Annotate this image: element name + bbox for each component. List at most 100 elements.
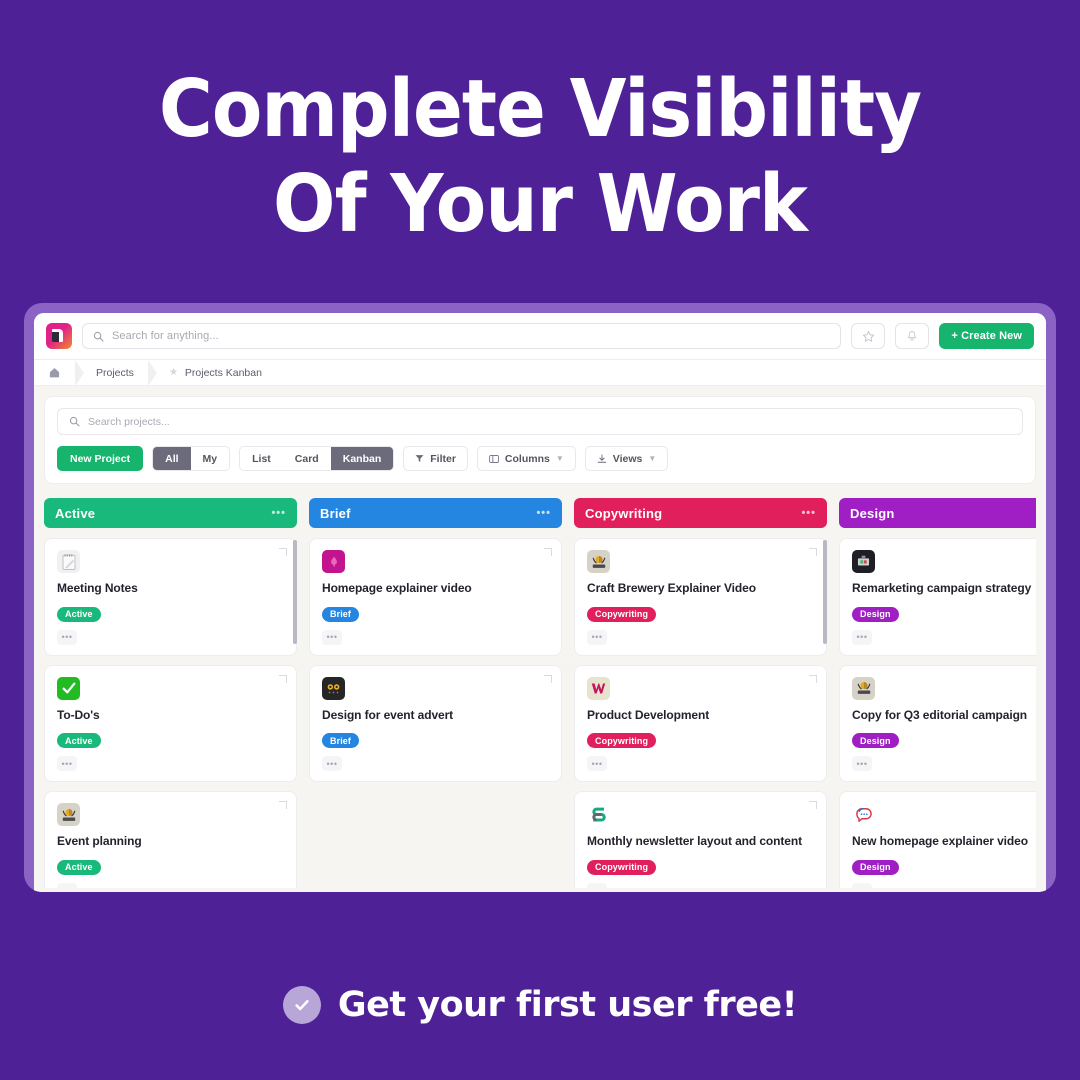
column-cards: Remarketing campaign strategy Design ••• (839, 538, 1036, 888)
bell-icon (908, 331, 917, 341)
notifications-button[interactable] (895, 323, 930, 349)
breadcrumb-item-label: Projects (96, 366, 134, 379)
column-menu-button[interactable]: ••• (801, 507, 816, 519)
expand-corner-icon (809, 548, 817, 556)
card-tag: Brief (322, 733, 360, 748)
brewery-logo-icon (852, 676, 875, 700)
card-menu-button[interactable]: ••• (57, 882, 77, 888)
column-header: Brief ••• (309, 498, 562, 528)
card-menu-button[interactable]: ••• (57, 756, 77, 771)
columns-button[interactable]: Columns ▼ (476, 446, 576, 471)
card-tag: Active (57, 859, 101, 875)
kanban-card[interactable]: Product Development Copywriting ••• (574, 664, 827, 782)
card-title: Craft Brewery Explainer Video (587, 581, 756, 595)
column-header: Design ••• (839, 498, 1036, 528)
download-icon (597, 453, 606, 463)
teal-s-logo-icon (587, 803, 610, 826)
card-title: To-Do's (57, 707, 100, 722)
card-title: New homepage explainer video (852, 834, 1028, 848)
kanban-card[interactable]: Design for event advert Brief ••• (309, 664, 562, 782)
kanban-column-copywriting: Copywriting ••• Craft Brewery Explainer … (574, 498, 827, 888)
app-viewport: Search for anything... + Create New Proj… (34, 313, 1046, 892)
views-label: Views (612, 452, 643, 465)
global-search-input[interactable]: Search for anything... (82, 323, 842, 349)
notepad-icon (57, 550, 80, 573)
card-menu-button[interactable]: ••• (587, 629, 607, 645)
card-menu-button[interactable]: ••• (852, 756, 872, 771)
breadcrumb-item-projects-kanban[interactable]: ★ Projects Kanban (169, 367, 276, 379)
card-tag: Design (852, 859, 899, 875)
cta-text: Get your first user free! (337, 985, 798, 1025)
column-scrollbar[interactable] (823, 540, 827, 644)
column-cards: Homepage explainer video Brief ••• Desig… (309, 538, 562, 888)
card-title: Remarketing campaign strategy (852, 581, 1032, 595)
kanban-card[interactable]: New homepage explainer video Design ••• (839, 791, 1036, 888)
column-cards: Craft Brewery Explainer Video Copywritin… (574, 538, 827, 888)
column-scrollbar[interactable] (293, 540, 297, 644)
breadcrumb-separator (147, 359, 157, 386)
card-title: Design for event advert (322, 707, 454, 722)
kanban-card[interactable]: Craft Brewery Explainer Video Copywritin… (574, 538, 827, 656)
new-project-button[interactable]: New Project (57, 446, 144, 471)
card-tag: Brief (322, 606, 360, 622)
kanban-card[interactable]: Meeting Notes Active ••• (44, 538, 297, 656)
card-menu-button[interactable]: ••• (322, 756, 342, 771)
create-new-button[interactable]: + Create New (939, 323, 1034, 349)
star-icon (862, 330, 874, 342)
chevron-down-icon: ▼ (648, 454, 657, 463)
card-menu-button[interactable]: ••• (852, 629, 872, 645)
column-header: Active ••• (44, 498, 297, 528)
brewery-logo-icon (57, 803, 80, 826)
view-mode-toggle: List Card Kanban (239, 446, 395, 471)
card-title: Copy for Q3 editorial campaign (852, 707, 1028, 722)
view-mode-list[interactable]: List (240, 447, 283, 470)
views-button[interactable]: Views ▼ (584, 446, 669, 471)
kanban-card[interactable]: Remarketing campaign strategy Design ••• (839, 538, 1036, 656)
card-menu-button[interactable]: ••• (57, 629, 77, 645)
columns-label: Columns (504, 452, 550, 465)
column-title: Copywriting (585, 505, 663, 521)
card-title: Homepage explainer video (322, 581, 472, 595)
kanban-board: Active ••• Meeting Notes Active ••• To-D… (44, 498, 1036, 888)
view-mode-card[interactable]: Card (282, 447, 331, 470)
card-menu-button[interactable]: ••• (852, 882, 872, 888)
check-mark-icon (57, 676, 80, 700)
expand-corner-icon (279, 801, 287, 809)
column-menu-button[interactable]: ••• (271, 507, 286, 519)
app-window-frame: Search for anything... + Create New Proj… (24, 303, 1056, 892)
headline-line-1: Complete Visibility (158, 63, 922, 155)
column-menu-button[interactable]: ••• (536, 507, 551, 519)
breadcrumb: Projects ★ Projects Kanban (34, 359, 1046, 386)
card-menu-button[interactable]: ••• (587, 882, 607, 888)
column-header: Copywriting ••• (574, 498, 827, 528)
expand-corner-icon (544, 674, 552, 683)
kanban-card[interactable]: Event planning Active ••• (44, 791, 297, 888)
kanban-card[interactable]: To-Do's Active ••• (44, 664, 297, 782)
favorites-button[interactable] (851, 323, 886, 349)
search-icon (69, 416, 80, 427)
promo-cta: Get your first user free! (0, 985, 1080, 1025)
scope-option-all[interactable]: All (153, 447, 191, 470)
card-menu-button[interactable]: ••• (322, 629, 342, 645)
view-mode-kanban[interactable]: Kanban (330, 447, 394, 470)
breadcrumb-item-projects[interactable]: Projects (96, 367, 148, 379)
expand-corner-icon (544, 548, 552, 556)
expand-corner-icon (809, 674, 817, 683)
card-tag: Active (57, 733, 101, 748)
kanban-card[interactable]: Copy for Q3 editorial campaign Design ••… (839, 664, 1036, 782)
app-logo[interactable] (46, 323, 72, 349)
filter-button[interactable]: Filter (403, 446, 468, 471)
kanban-card[interactable]: Homepage explainer video Brief ••• (309, 538, 562, 656)
kanban-card[interactable]: Monthly newsletter layout and content Co… (574, 791, 827, 888)
card-title: Product Development (587, 707, 710, 722)
card-title: Meeting Notes (57, 581, 138, 595)
toolbar-controls: New Project All My List Card Kanban Filt… (57, 446, 1023, 471)
promo-headline: Complete Visibility Of Your Work (38, 62, 1042, 252)
breadcrumb-home[interactable] (46, 366, 75, 379)
card-menu-button[interactable]: ••• (587, 756, 607, 771)
column-title: Brief (320, 505, 351, 521)
breadcrumb-separator (75, 359, 84, 386)
card-tag: Copywriting (587, 859, 657, 875)
projects-search-input[interactable]: Search projects... (57, 408, 1023, 435)
scope-option-my[interactable]: My (190, 447, 230, 470)
